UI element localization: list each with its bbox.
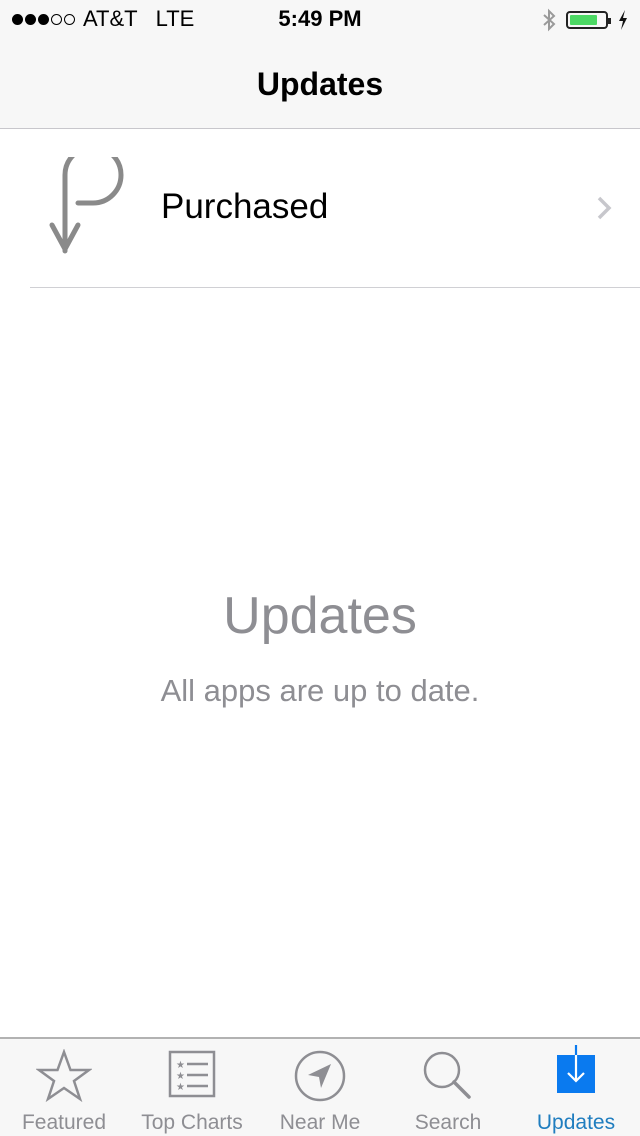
charging-icon: [619, 10, 627, 30]
empty-state-message: All apps are up to date.: [160, 673, 480, 708]
tab-label: Updates: [536, 1111, 616, 1134]
row-divider: [30, 287, 640, 288]
status-bar: AT&T LTE 5:49 PM: [0, 0, 640, 40]
purchased-label: Purchased: [161, 187, 329, 226]
svg-text:★: ★: [176, 1082, 185, 1093]
svg-text:★: ★: [176, 1060, 185, 1071]
page-title: Updates: [256, 66, 384, 102]
star-icon: [36, 1049, 92, 1103]
tab-bar: Featured ★ ★ ★ Top Charts Near Me Search: [0, 1037, 640, 1136]
purchased-row[interactable]: Purchased: [0, 129, 640, 287]
tab-near-me[interactable]: Near Me: [256, 1039, 384, 1136]
tab-search[interactable]: Search: [384, 1039, 512, 1136]
navigation-bar: Updates: [0, 40, 640, 129]
svg-text:★: ★: [176, 1071, 185, 1082]
chevron-right-icon: [597, 196, 612, 220]
purchased-icon: [49, 157, 124, 254]
battery-icon: [566, 11, 611, 29]
tab-updates[interactable]: Updates: [512, 1039, 640, 1136]
search-icon: [423, 1051, 471, 1099]
tab-featured[interactable]: Featured: [0, 1039, 128, 1136]
bluetooth-icon: [543, 8, 556, 32]
updates-icon: [557, 1045, 595, 1093]
tab-label: Search: [414, 1111, 482, 1134]
tab-top-charts[interactable]: ★ ★ ★ Top Charts: [128, 1039, 256, 1136]
empty-state-title: Updates: [223, 587, 417, 645]
tab-label: Near Me: [279, 1111, 361, 1134]
list-icon: ★ ★ ★: [168, 1050, 216, 1098]
tab-label: Featured: [21, 1111, 107, 1134]
tab-label: Top Charts: [141, 1111, 243, 1134]
location-icon: [294, 1050, 346, 1102]
